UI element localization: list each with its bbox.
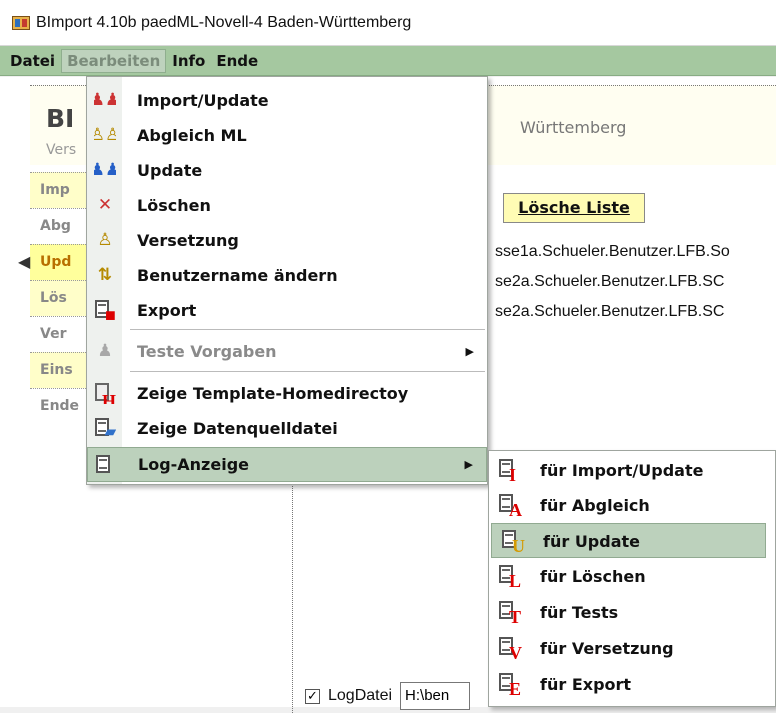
submenu-item-label: für Tests <box>540 603 619 622</box>
menu-item-label: Import/Update <box>137 91 269 110</box>
menu-item-label: Export <box>137 301 197 320</box>
menu-item-label: Versetzung <box>137 231 239 250</box>
log-export-icon: E <box>498 672 521 699</box>
version-label: Vers <box>46 142 77 158</box>
clear-list-button[interactable]: Lösche Liste <box>503 193 645 223</box>
window-titlebar: BImport 4.10b paedML-Novell-4 Baden-Würt… <box>0 0 776 46</box>
logfile-checkbox[interactable]: ✓ <box>305 688 320 704</box>
menu-item-label: Löschen <box>137 196 211 215</box>
menu-item-label: Abgleich ML <box>137 126 247 145</box>
menu-ende[interactable]: Ende <box>211 50 263 72</box>
data-source-icon: ▰ <box>94 417 116 439</box>
menu-item-label: Zeige Datenquelldatei <box>137 419 338 438</box>
log-submenu: I für Import/Update A für Abgleich U für… <box>488 450 776 707</box>
window-title: BImport 4.10b paedML-Novell-4 Baden-Würt… <box>36 13 412 31</box>
log-import-icon: I <box>498 458 520 485</box>
app-icon <box>12 15 30 30</box>
log-move-icon: V <box>498 636 522 663</box>
log-item-abgleich[interactable]: A für Abgleich <box>489 488 775 523</box>
menu-item-teste-vorgaben[interactable]: ♟ Teste Vorgaben ▶ <box>87 334 487 369</box>
list-item[interactable]: se2a.Schueler.Benutzer.LFB.SC <box>495 267 776 297</box>
log-delete-icon: L <box>498 564 521 591</box>
menu-datei[interactable]: Datei <box>5 50 60 72</box>
menu-item-export[interactable]: ■ Export <box>87 293 487 328</box>
menu-item-log-anzeige[interactable]: Log-Anzeige ▶ <box>87 447 487 482</box>
menu-separator <box>130 329 485 330</box>
menu-item-label: Zeige Template-Homedirectoy <box>137 384 409 403</box>
log-item-import-update[interactable]: I für Import/Update <box>489 453 775 488</box>
menu-info[interactable]: Info <box>167 50 210 72</box>
menu-bearbeiten[interactable]: Bearbeiten <box>61 48 167 73</box>
menu-item-benutzername-aendern[interactable]: ⇅ Benutzername ändern <box>87 258 487 293</box>
menu-item-versetzung[interactable]: ♙ Versetzung <box>87 223 487 258</box>
menu-item-datenquelldatei[interactable]: ▰ Zeige Datenquelldatei <box>87 411 487 446</box>
submenu-item-label: für Löschen <box>540 567 646 586</box>
user-update-icon: ♟♟ <box>94 160 116 180</box>
user-list[interactable]: sse1a.Schueler.Benutzer.LFB.So se2a.Schu… <box>495 237 776 327</box>
test-settings-icon: ♟ <box>97 341 113 361</box>
logfile-label: LogDatei <box>328 687 393 704</box>
user-compare-icon: ♙♙ <box>94 125 116 145</box>
menu-separator <box>130 371 485 372</box>
selected-item-arrow-icon: ◀ <box>18 252 31 271</box>
bearbeiten-dropdown-menu: ♟♟ Import/Update ♙♙ Abgleich ML ♟♟ Updat… <box>86 76 488 485</box>
menu-item-template-homedirectory[interactable]: H Zeige Template-Homedirectoy <box>87 376 487 411</box>
submenu-item-label: für Abgleich <box>540 496 650 515</box>
submenu-arrow-icon: ▶ <box>464 458 473 471</box>
log-update-icon: U <box>501 529 525 556</box>
menu-item-loeschen[interactable]: ✕ Löschen <box>87 188 487 223</box>
export-icon: ■ <box>94 299 116 321</box>
log-item-versetzung[interactable]: V für Versetzung <box>489 631 775 666</box>
menu-item-label: Benutzername ändern <box>137 266 338 285</box>
menu-item-label: Log-Anzeige <box>138 455 250 474</box>
log-icon <box>95 454 117 476</box>
logfile-path-field[interactable]: H:\ben <box>400 682 471 710</box>
user-sync-icon: ♟♟ <box>94 90 116 110</box>
list-item[interactable]: sse1a.Schueler.Benutzer.LFB.So <box>495 237 776 267</box>
menu-item-abgleich-ml[interactable]: ♙♙ Abgleich ML <box>87 118 487 153</box>
menu-item-label: Update <box>137 161 203 180</box>
submenu-item-label: für Versetzung <box>540 639 674 658</box>
menu-item-update[interactable]: ♟♟ Update <box>87 153 487 188</box>
submenu-arrow-icon: ▶ <box>465 345 474 358</box>
submenu-item-label: für Update <box>543 532 641 551</box>
log-item-export[interactable]: E für Export <box>489 667 775 702</box>
list-item[interactable]: se2a.Schueler.Benutzer.LFB.SC <box>495 297 776 327</box>
page-title: BI <box>46 104 75 133</box>
user-move-icon: ♙ <box>97 230 113 250</box>
log-item-loeschen[interactable]: L für Löschen <box>489 559 775 594</box>
submenu-item-label: für Import/Update <box>540 461 704 480</box>
menu-item-label: Teste Vorgaben <box>137 342 277 361</box>
rename-user-icon: ⇅ <box>97 265 113 285</box>
log-compare-icon: A <box>498 493 522 520</box>
template-home-icon: H <box>94 382 116 404</box>
main-menubar: Datei Bearbeiten Info Ende <box>0 46 776 76</box>
log-item-update[interactable]: U für Update <box>491 523 766 558</box>
submenu-item-label: für Export <box>540 675 632 694</box>
region-label: Württemberg <box>520 118 627 137</box>
log-item-tests[interactable]: T für Tests <box>489 595 775 630</box>
menu-item-import-update[interactable]: ♟♟ Import/Update <box>87 83 487 118</box>
user-delete-icon: ✕ <box>97 195 113 215</box>
log-tests-icon: T <box>498 600 521 627</box>
